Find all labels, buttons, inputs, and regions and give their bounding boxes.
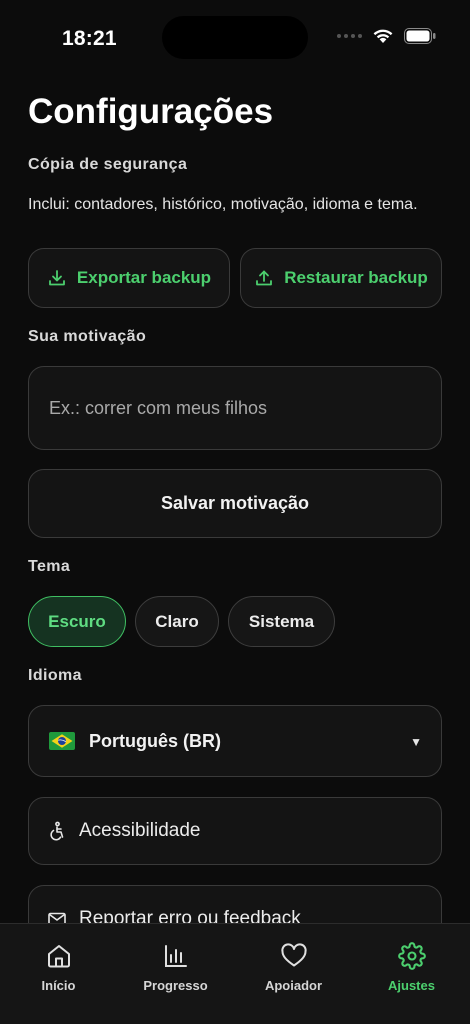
export-backup-button[interactable]: Exportar backup	[28, 248, 230, 308]
backup-description: Inclui: contadores, histórico, motivação…	[28, 196, 418, 213]
download-icon	[49, 270, 65, 286]
home-icon	[47, 945, 70, 968]
tab-inicio[interactable]: Início	[0, 942, 117, 993]
gear-icon	[397, 942, 426, 970]
brazil-flag-icon	[49, 732, 75, 750]
tab-apoiador[interactable]: Apoiador	[235, 942, 352, 993]
tab-bar: Início Progresso Apoiador Ajustes	[0, 923, 470, 1024]
accessibility-icon	[50, 821, 64, 841]
page-title: Configurações	[28, 92, 274, 131]
theme-section-label: Tema	[28, 558, 71, 575]
theme-option-sistema[interactable]: Sistema	[228, 596, 335, 647]
tab-progresso[interactable]: Progresso	[117, 942, 234, 993]
theme-option-claro[interactable]: Claro	[135, 596, 219, 647]
tab-progresso-label: Progresso	[143, 978, 208, 993]
restore-backup-label: Restaurar backup	[284, 268, 428, 287]
theme-option-escuro[interactable]: Escuro	[28, 596, 126, 647]
tab-ajustes[interactable]: Ajustes	[353, 942, 470, 993]
status-time: 18:21	[62, 27, 117, 50]
save-motivation-label: Salvar motivação	[160, 493, 310, 513]
accessibility-label: Acessibilidade	[79, 820, 201, 841]
status-bar: 18:21	[0, 0, 470, 76]
tab-apoiador-label: Apoiador	[264, 978, 323, 993]
battery-icon	[404, 28, 436, 44]
status-icons	[337, 28, 436, 44]
chevron-down-icon: ▼	[410, 735, 422, 749]
accessibility-button[interactable]: Acessibilidade	[28, 797, 442, 865]
heart-icon	[280, 943, 307, 967]
tab-ajustes-label: Ajustes	[388, 978, 435, 993]
upload-icon	[256, 270, 273, 286]
bar-chart-icon	[164, 945, 187, 967]
restore-backup-button[interactable]: Restaurar backup	[240, 248, 442, 308]
motivation-input[interactable]	[28, 366, 442, 450]
language-select[interactable]: Português (BR) ▼	[28, 705, 442, 777]
dynamic-island	[162, 16, 308, 59]
tab-inicio-label: Início	[41, 978, 76, 993]
settings-screen: 18:21 Configurações Cópia de segurança I…	[0, 0, 470, 1024]
wifi-icon	[373, 29, 393, 43]
save-motivation-button[interactable]: Salvar motivação	[28, 469, 442, 538]
language-select-value: Português (BR)	[89, 730, 221, 751]
backup-section-label: Cópia de segurança	[28, 156, 188, 173]
language-section-label: Idioma	[28, 667, 82, 684]
cellular-signal-icon	[337, 34, 362, 38]
motivation-section-label: Sua motivação	[28, 328, 147, 345]
export-backup-label: Exportar backup	[76, 268, 212, 287]
